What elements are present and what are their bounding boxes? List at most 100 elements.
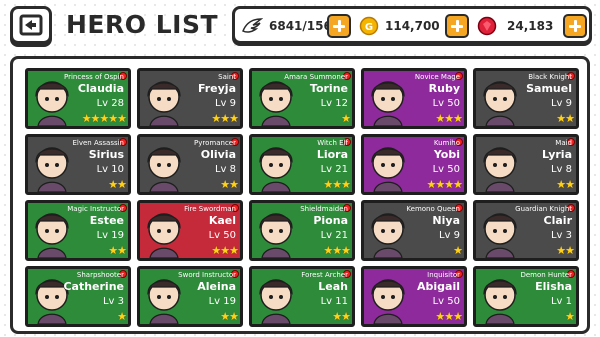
- gems-resource: 24,183: [477, 13, 587, 39]
- hero-level: Lv 8: [550, 164, 572, 175]
- back-arrow-icon: [19, 14, 43, 36]
- hero-stars: ★★: [556, 112, 575, 125]
- hero-card[interactable]: Magic Instructor Estee Lv 19 ★★: [25, 200, 131, 261]
- hero-card[interactable]: Witch Elf Liora Lv 21 ★★★: [249, 134, 355, 195]
- hero-stars: ★★: [556, 244, 575, 257]
- add-gold-button[interactable]: [445, 14, 469, 38]
- hero-title: Fire Swordman: [184, 205, 236, 213]
- hero-level: Lv 50: [432, 164, 460, 175]
- hero-stars: ★★: [220, 178, 239, 191]
- hero-stars: ★★★★★: [81, 112, 127, 125]
- hero-stars: ★★★: [323, 244, 351, 257]
- hero-title: Novice Mage: [414, 73, 460, 81]
- hero-card[interactable]: Forest Archer Leah Lv 11 ★★: [249, 266, 355, 327]
- hero-portrait: [371, 279, 405, 324]
- hero-name: Abigail: [417, 280, 460, 293]
- hero-stars: ★: [117, 310, 127, 323]
- hero-level: Lv 3: [102, 296, 124, 307]
- hero-name: Liora: [316, 148, 348, 161]
- hero-level: Lv 28: [96, 98, 124, 109]
- hero-level: Lv 50: [208, 230, 236, 241]
- gems-value: 24,183: [507, 19, 554, 33]
- hero-title: Black Knight: [528, 73, 572, 81]
- hero-level: Lv 1: [550, 296, 572, 307]
- hero-name: Elisha: [535, 280, 572, 293]
- hero-title: Maid: [555, 139, 572, 147]
- hero-title: Kumiho: [433, 139, 460, 147]
- hero-name: Piona: [313, 214, 348, 227]
- hero-portrait: [147, 147, 181, 192]
- hero-stars: ★★★★: [426, 178, 463, 191]
- hero-level: Lv 21: [320, 164, 348, 175]
- hero-level: Lv 19: [96, 230, 124, 241]
- hero-title: Sharpshooter: [76, 271, 124, 279]
- hero-portrait: [259, 213, 293, 258]
- hero-title: Elven Assassin: [72, 139, 124, 147]
- gold-resource: G 114,700: [359, 13, 469, 39]
- hero-card[interactable]: Kumiho Yobi Lv 50 ★★★★: [361, 134, 467, 195]
- hero-card[interactable]: Inquisitor Abigail Lv 50 ★★★: [361, 266, 467, 327]
- hero-card[interactable]: Demon Hunter Elisha Lv 1 ★: [473, 266, 579, 327]
- hero-name: Ruby: [428, 82, 460, 95]
- hero-level: Lv 19: [208, 296, 236, 307]
- hero-title: Inquisitor: [427, 271, 460, 279]
- hero-stars: ★★: [108, 178, 127, 191]
- hero-level: Lv 9: [214, 98, 236, 109]
- hero-card[interactable]: Maid Lyria Lv 8 ★★: [473, 134, 579, 195]
- hero-portrait: [483, 279, 517, 324]
- hero-card[interactable]: Fire Swordman Kael Lv 50 ★★★: [137, 200, 243, 261]
- ruby-gem-icon: [477, 16, 497, 36]
- hero-level: Lv 10: [96, 164, 124, 175]
- hero-stars: ★★: [332, 310, 351, 323]
- hero-stars: ★★: [220, 310, 239, 323]
- hero-title: Shieldmaiden: [300, 205, 348, 213]
- hero-stars: ★★★: [435, 112, 463, 125]
- hero-card[interactable]: Pyromancer Olivia Lv 8 ★★: [137, 134, 243, 195]
- hero-title: Kemono Queen: [406, 205, 460, 213]
- hero-card[interactable]: Elven Assassin Sirius Lv 10 ★★: [25, 134, 131, 195]
- hero-card[interactable]: Kemono Queen Niya Lv 9 ★: [361, 200, 467, 261]
- hero-name: Kael: [208, 214, 236, 227]
- hero-list-panel: Princess of Ospin Claudia Lv 28 ★★★★★ Saint F…: [10, 56, 590, 334]
- hero-level: Lv 50: [432, 98, 460, 109]
- hero-portrait: [371, 81, 405, 126]
- hero-name: Clair: [543, 214, 572, 227]
- hero-level: Lv 12: [320, 98, 348, 109]
- wings-resource: 6841/156: [241, 13, 351, 39]
- hero-card[interactable]: Sharpshooter Catherine Lv 3 ★: [25, 266, 131, 327]
- hero-name: Yobi: [433, 148, 460, 161]
- hero-level: Lv 3: [550, 230, 572, 241]
- back-button[interactable]: [10, 6, 52, 44]
- hero-level: Lv 8: [214, 164, 236, 175]
- wings-value: 6841/156: [269, 19, 332, 33]
- hero-portrait: [483, 81, 517, 126]
- hero-title: Saint: [218, 73, 236, 81]
- hero-stars: ★★: [556, 178, 575, 191]
- hero-portrait: [147, 81, 181, 126]
- hero-name: Lyria: [541, 148, 572, 161]
- hero-title: Princess of Ospin: [64, 73, 124, 81]
- hero-name: Samuel: [526, 82, 572, 95]
- hero-card[interactable]: Saint Freyja Lv 9 ★★★: [137, 68, 243, 129]
- hero-portrait: [35, 147, 69, 192]
- hero-portrait: [259, 279, 293, 324]
- hero-card[interactable]: Novice Mage Ruby Lv 50 ★★★: [361, 68, 467, 129]
- hero-card[interactable]: Guardian Knight Clair Lv 3 ★★: [473, 200, 579, 261]
- hero-card[interactable]: Black Knight Samuel Lv 9 ★★: [473, 68, 579, 129]
- hero-name: Freyja: [197, 82, 236, 95]
- add-gems-button[interactable]: [563, 14, 587, 38]
- hero-card[interactable]: Princess of Ospin Claudia Lv 28 ★★★★★: [25, 68, 131, 129]
- wing-icon: [242, 18, 263, 33]
- hero-title: Witch Elf: [317, 139, 348, 147]
- svg-text:G: G: [365, 22, 373, 33]
- hero-name: Sirius: [88, 148, 124, 161]
- hero-portrait: [259, 147, 293, 192]
- hero-level: Lv 11: [320, 296, 348, 307]
- add-wings-button[interactable]: [327, 14, 351, 38]
- resource-bar: 6841/156 G 114,700 24,183: [232, 6, 592, 44]
- hero-card[interactable]: Sword Instructor Aleina Lv 19 ★★: [137, 266, 243, 327]
- hero-card[interactable]: Amara Summoner Torine Lv 12 ★: [249, 68, 355, 129]
- hero-stars: ★★: [108, 244, 127, 257]
- hero-card[interactable]: Shieldmaiden Piona Lv 21 ★★★: [249, 200, 355, 261]
- hero-stars: ★★★: [323, 178, 351, 191]
